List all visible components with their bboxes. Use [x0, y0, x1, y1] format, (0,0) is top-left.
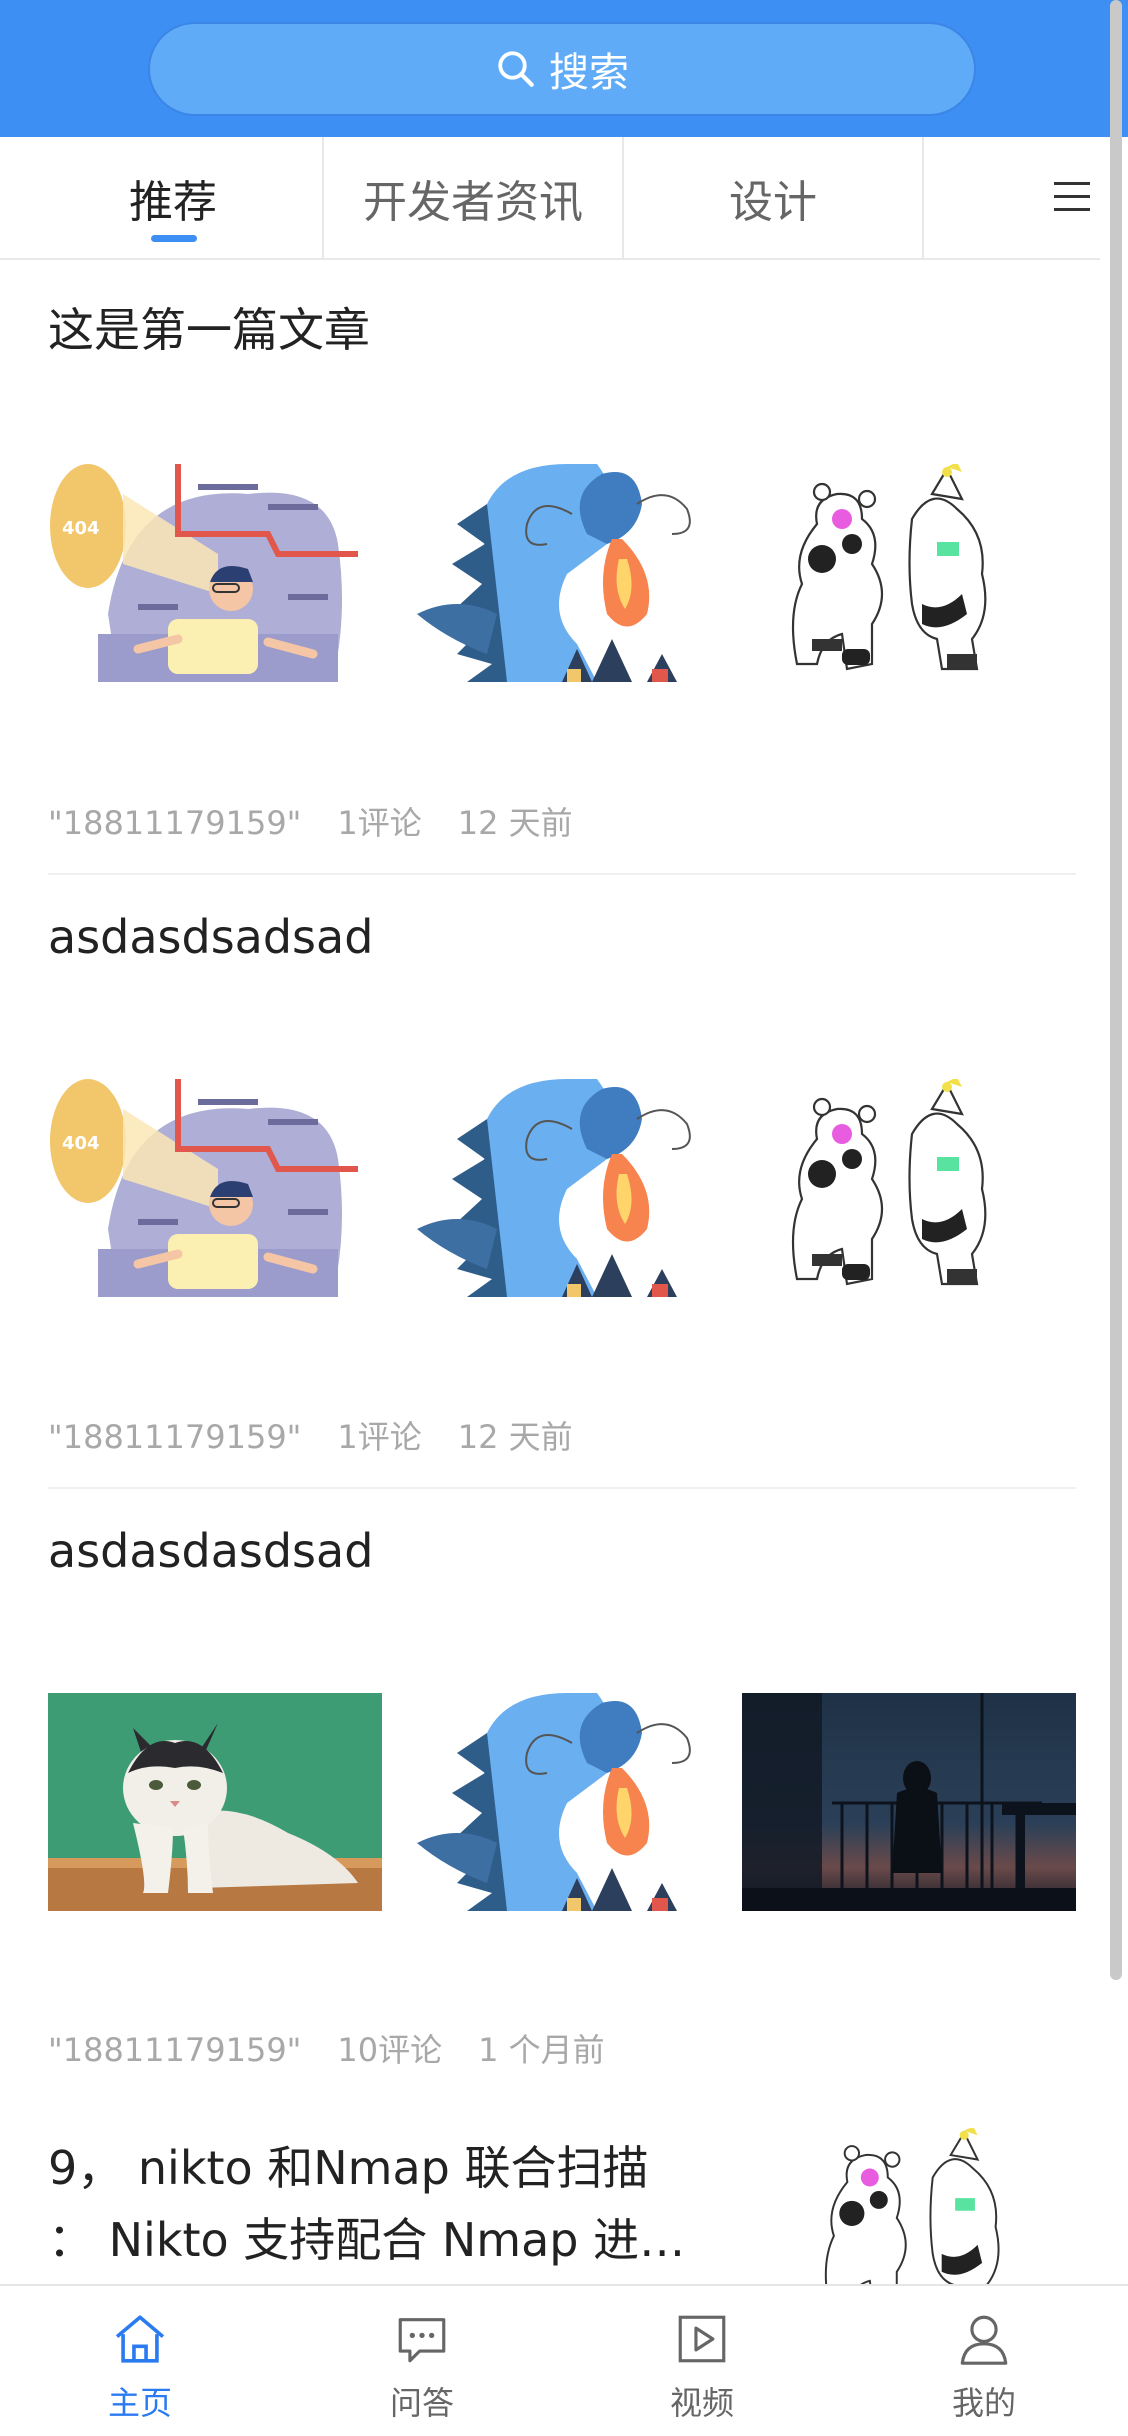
article-thumbnail-dragon[interactable]: [397, 464, 731, 682]
article-thumbnail-dragon[interactable]: [397, 1693, 731, 1911]
article-thumbnail-clowns[interactable]: [742, 1079, 1076, 1297]
nav-label: 问答: [389, 2384, 454, 2422]
article-thumbnail-dragon[interactable]: [397, 1079, 731, 1297]
article-time: 12 天前: [457, 804, 573, 842]
nav-label: 视频: [669, 2384, 734, 2422]
article-author: "18811179159": [48, 804, 302, 842]
bottom-navigation: 主页 问答 视频 我的: [0, 2284, 1128, 2436]
search-icon: [498, 51, 534, 87]
article-divider: [48, 1487, 1076, 1489]
article-comments: 10评论: [337, 2031, 443, 2069]
article-title-line: 9， nikto 和Nmap 联合扫描: [48, 2141, 649, 2195]
nav-qa[interactable]: 问答: [332, 2286, 512, 2436]
tab-label: 开发者资讯: [363, 176, 583, 228]
article-time: 1 个月前: [478, 2031, 605, 2069]
nav-label: 主页: [107, 2384, 172, 2422]
menu-icon[interactable]: [1052, 176, 1092, 216]
header-bar: 搜索: [0, 0, 1128, 137]
tab-label: 设计: [729, 176, 817, 228]
article-thumbnail-clowns[interactable]: [742, 464, 1076, 682]
article-meta: "18811179159" 1评论 12 天前: [48, 798, 609, 844]
article-title-line: ： Nikto 支持配合 Nmap 进…: [48, 2213, 686, 2267]
article-author: "18811179159": [48, 1418, 302, 1456]
article-title[interactable]: asdasdsadsad: [48, 910, 373, 964]
tab-developer-news[interactable]: 开发者资讯: [324, 137, 622, 258]
article-meta: "18811179159" 1评论 12 天前: [48, 1412, 609, 1458]
article-thumbnail-clowns[interactable]: [780, 2126, 1080, 2284]
article-thumbnail-404[interactable]: [48, 464, 382, 682]
article-divider: [48, 873, 1076, 875]
scrollbar[interactable]: [1110, 0, 1122, 1980]
article-meta: "18811179159" 10评论 1 个月前: [48, 2025, 641, 2071]
video-icon: [678, 2315, 726, 2363]
article-title[interactable]: asdasdasdsad: [48, 1524, 373, 1578]
article-comments: 1评论: [337, 1418, 422, 1456]
chat-icon: [398, 2318, 446, 2363]
article-title-multiline[interactable]: 9， nikto 和Nmap 联合扫描 ： Nikto 支持配合 Nmap 进…: [48, 2132, 748, 2276]
article-author: "18811179159": [48, 2031, 302, 2069]
nav-video[interactable]: 视频: [612, 2286, 792, 2436]
article-thumbnail-night-balcony[interactable]: [742, 1693, 1076, 1911]
home-icon: [115, 2315, 165, 2363]
article-thumbnail-cat[interactable]: [48, 1693, 382, 1911]
article-title[interactable]: 这是第一篇文章: [48, 294, 370, 360]
category-tabs: 推荐 开发者资讯 设计: [0, 137, 1100, 260]
article-comments: 1评论: [337, 804, 422, 842]
search-bar[interactable]: 搜索: [148, 22, 976, 116]
nav-profile[interactable]: 我的: [894, 2286, 1074, 2436]
tab-design[interactable]: 设计: [624, 137, 922, 258]
active-tab-indicator: [151, 235, 197, 242]
article-thumbnail-404[interactable]: [48, 1079, 382, 1297]
search-label: 搜索: [549, 50, 629, 96]
article-time: 12 天前: [457, 1418, 573, 1456]
tab-divider: [922, 137, 924, 258]
nav-home[interactable]: 主页: [50, 2286, 230, 2436]
nav-label: 我的: [951, 2384, 1016, 2422]
user-icon: [960, 2315, 1008, 2365]
tab-label: 推荐: [129, 176, 217, 228]
